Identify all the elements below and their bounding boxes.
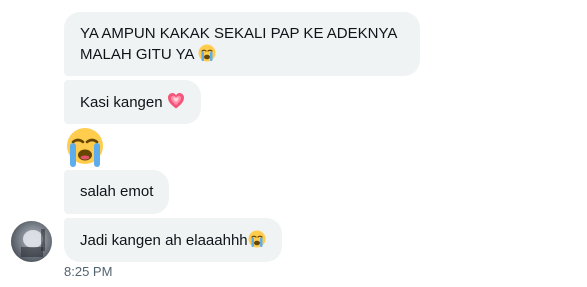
message-bubble[interactable]: YA AMPUN KAKAK SEKALI PAP KE ADEKNYA MAL…: [64, 12, 420, 76]
avatar[interactable]: [11, 221, 52, 262]
dm-thread: YA AMPUN KAKAK SEKALI PAP KE ADEKNYA MAL…: [0, 0, 587, 287]
message-text-line-1: YA AMPUN KAKAK SEKALI PAP KE ADEKNYA: [80, 25, 398, 42]
loudly-crying-face-icon[interactable]: [64, 127, 106, 167]
message-bubble[interactable]: Kasi kangen: [64, 80, 201, 124]
message-bubble[interactable]: salah emot: [64, 170, 170, 214]
message-bubble[interactable]: Jadi kangen ah elaaahhh: [64, 218, 282, 262]
message-timestamp: 8:25 PM: [64, 264, 113, 279]
message-text: salah emot: [80, 183, 154, 200]
message-text: Jadi kangen ah elaaahhh: [80, 232, 248, 249]
loudly-crying-face-icon: [198, 44, 216, 68]
loudly-crying-face-icon: [248, 230, 266, 254]
message-text-line-2: MALAH GITU YA: [80, 46, 194, 63]
growing-heart-icon: [167, 92, 185, 116]
message-text: Kasi kangen: [80, 94, 163, 111]
